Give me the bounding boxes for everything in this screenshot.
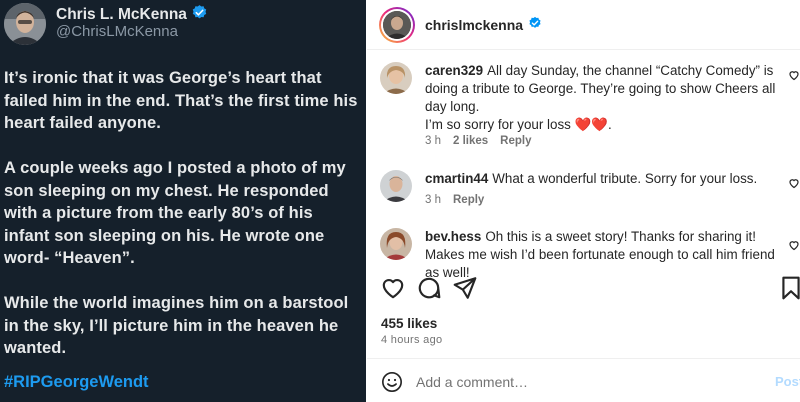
post-likes-count[interactable]: 455 likes [381,316,437,331]
like-heart-icon[interactable] [380,275,406,301]
post-header: chrislmckenna [367,0,800,50]
comment-username[interactable]: bev.hess [425,229,481,244]
tweet-author-name[interactable]: Chris L. McKenna [56,6,187,24]
add-comment-input[interactable] [416,371,756,393]
heart-emoji-icon: ❤️❤️ [574,117,608,132]
comment-time: 3 h [425,135,441,147]
emoji-icon[interactable] [381,371,403,393]
post-timestamp[interactable]: 4 hours ago [381,334,442,346]
verified-badge-icon [528,16,542,33]
like-comment-heart-icon[interactable] [788,176,800,190]
comment-username[interactable]: cmartin44 [425,171,488,186]
save-bookmark-icon[interactable] [778,275,800,301]
post-action-bar [367,275,800,305]
tweet-body: It’s ironic that it was George’s heart t… [4,67,360,382]
commenter-avatar[interactable] [380,170,412,202]
comment-text: bev.hess Oh this is a sweet story! Thanks… [425,229,775,280]
commenter-avatar[interactable] [380,228,412,260]
commenter-avatar[interactable] [380,62,412,94]
add-comment-row: Post [367,359,800,402]
comment-text: cmartin44 What a wonderful tribute. Sorry… [425,171,758,186]
comment-text: caren329 All day Sunday, the channel “Cat… [425,63,776,132]
post-author-row: chrislmckenna [425,16,542,33]
comment-bubble-icon[interactable] [416,275,442,301]
comment-username[interactable]: caren329 [425,63,483,78]
comment-meta: 3 h 2 likes Reply [425,135,532,147]
post-comment-button[interactable]: Post [775,374,800,389]
tweet-author-handle[interactable]: @ChrisLMcKenna [56,23,178,40]
comment-reply-button[interactable]: Reply [500,135,531,147]
tweet-paragraph: A couple weeks ago I posted a photo of m… [4,159,346,267]
tweet-author-avatar[interactable] [4,3,46,45]
comment-reply-button[interactable]: Reply [453,194,484,206]
post-author-avatar[interactable] [379,7,415,43]
like-comment-heart-icon[interactable] [788,68,800,82]
like-comment-heart-icon[interactable] [788,238,800,252]
comment-meta: 3 h Reply [425,194,484,206]
tweet-panel: Chris L. McKenna @ChrisLMcKenna It’s iro… [0,0,366,402]
post-author-username[interactable]: chrislmckenna [425,17,523,33]
comment-likes-link[interactable]: 2 likes [453,135,488,147]
comment-time: 3 h [425,194,441,206]
share-send-icon[interactable] [452,275,478,301]
tweet-paragraph: It’s ironic that it was George’s heart t… [4,69,358,132]
tweet-paragraph: While the world imagines him on a barsto… [4,294,349,357]
instagram-panel: chrislmckenna caren329 All day Sunday, th… [367,0,800,402]
tweet-hashtag-link[interactable]: #RIPGeorgeWendt [4,373,149,392]
verified-badge-icon [191,4,208,26]
